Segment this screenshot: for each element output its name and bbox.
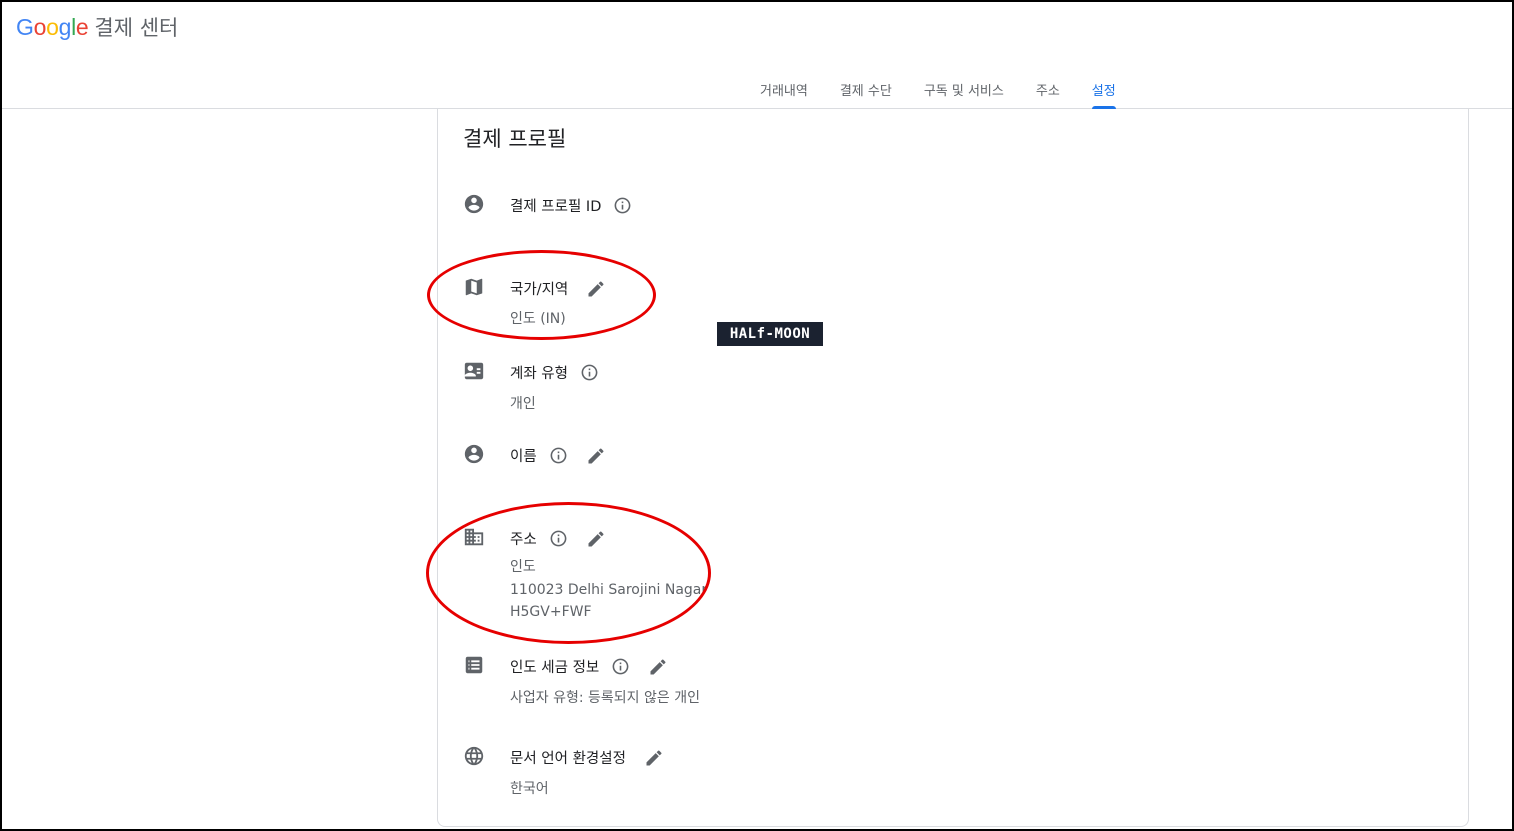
name-label: 이름 xyxy=(510,449,537,465)
app-logo[interactable]: Google 결제 센터 xyxy=(16,12,178,42)
building-icon xyxy=(464,528,484,546)
contact-card-icon xyxy=(464,362,484,380)
globe-icon xyxy=(464,746,484,766)
watermark-logo: HALf-MOON xyxy=(717,322,823,346)
tab-payment-methods[interactable]: 결제 수단 xyxy=(824,80,908,109)
edit-name-icon[interactable] xyxy=(586,446,606,466)
country-label: 국가/지역 xyxy=(510,282,569,298)
language-value: 한국어 xyxy=(510,781,549,797)
tab-transactions[interactable]: 거래내역 xyxy=(744,80,824,109)
payments-profile-card: 결제 프로필 결제 프로필 ID 국가/지역 인도 (IN) 계좌 유형 개인 … xyxy=(437,109,1469,827)
google-wordmark: Google xyxy=(16,14,89,40)
card-title: 결제 프로필 xyxy=(463,127,567,151)
country-value: 인도 (IN) xyxy=(510,311,566,327)
edit-language-icon[interactable] xyxy=(644,748,664,768)
tab-settings[interactable]: 설정 xyxy=(1076,80,1132,109)
profile-id-label: 결제 프로필 ID xyxy=(510,199,602,215)
address-line-1: 인도 xyxy=(510,559,536,575)
account-circle-icon xyxy=(464,444,484,464)
address-line-2: 110023 Delhi Sarojini Nagar xyxy=(510,582,708,598)
account-type-label: 계좌 유형 xyxy=(510,366,568,382)
edit-country-icon[interactable] xyxy=(586,279,606,299)
info-icon[interactable] xyxy=(580,363,599,382)
info-icon[interactable] xyxy=(613,196,632,215)
info-icon[interactable] xyxy=(549,529,568,548)
edit-address-icon[interactable] xyxy=(586,529,606,549)
nav-tabs: 거래내역 결제 수단 구독 및 서비스 주소 설정 xyxy=(744,80,1132,109)
account-circle-icon xyxy=(464,194,484,214)
map-icon xyxy=(465,278,483,296)
language-label: 문서 언어 환경설정 xyxy=(510,751,626,767)
tab-addresses[interactable]: 주소 xyxy=(1020,80,1076,109)
page-frame: Google 결제 센터 거래내역 결제 수단 구독 및 서비스 주소 설정 결… xyxy=(0,0,1514,831)
tax-info-label: 인도 세금 정보 xyxy=(510,660,600,676)
info-icon[interactable] xyxy=(611,657,630,676)
tab-subscriptions[interactable]: 구독 및 서비스 xyxy=(908,80,1020,109)
info-icon[interactable] xyxy=(549,446,568,465)
address-label: 주소 xyxy=(510,532,537,548)
address-line-3: H5GV+FWF xyxy=(510,604,592,620)
list-icon xyxy=(465,656,483,674)
edit-tax-info-icon[interactable] xyxy=(648,657,668,677)
app-title: 결제 센터 xyxy=(94,16,179,40)
tax-info-value: 사업자 유형: 등록되지 않은 개인 xyxy=(510,690,700,706)
account-type-value: 개인 xyxy=(510,396,536,412)
app-header: Google 결제 센터 거래내역 결제 수단 구독 및 서비스 주소 설정 xyxy=(2,2,1512,109)
